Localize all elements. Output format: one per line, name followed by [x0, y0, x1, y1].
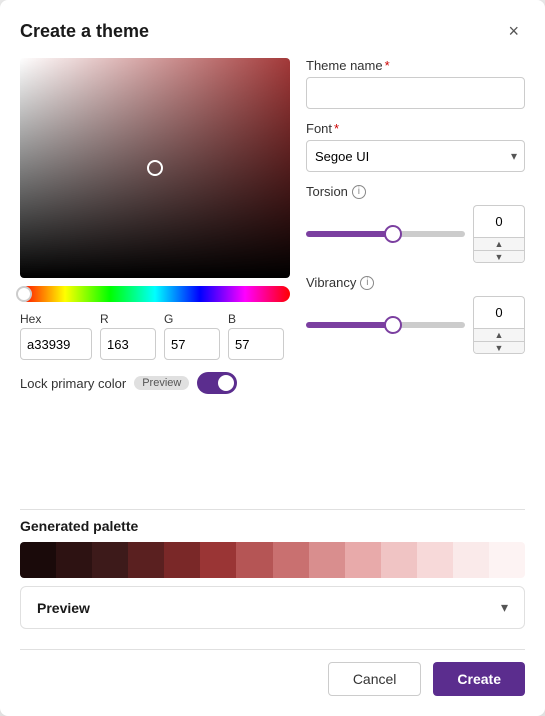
torsion-field: Torsion i ▲ ▼ [306, 184, 525, 263]
palette-row [20, 542, 525, 578]
cancel-button[interactable]: Cancel [328, 662, 422, 696]
r-label: R [100, 312, 156, 326]
palette-swatch[interactable] [164, 542, 200, 578]
vibrancy-info-icon[interactable]: i [360, 276, 374, 290]
b-label: B [228, 312, 284, 326]
palette-swatch[interactable] [381, 542, 417, 578]
preview-section: Preview ▾ [20, 586, 525, 629]
vibrancy-stepper: ▲ ▼ [473, 328, 525, 354]
palette-swatch[interactable] [92, 542, 128, 578]
vibrancy-field: Vibrancy i ▲ ▼ [306, 275, 525, 354]
palette-swatch[interactable] [453, 542, 489, 578]
vibrancy-input[interactable] [473, 296, 525, 328]
torsion-info-icon[interactable]: i [352, 185, 366, 199]
preview-badge: Preview [134, 376, 189, 390]
vibrancy-down-button[interactable]: ▼ [474, 341, 524, 353]
palette-swatch[interactable] [200, 542, 236, 578]
r-input[interactable] [100, 328, 156, 360]
vibrancy-thumb[interactable] [384, 316, 402, 334]
torsion-thumb[interactable] [384, 225, 402, 243]
palette-swatch[interactable] [56, 542, 92, 578]
palette-swatch[interactable] [128, 542, 164, 578]
palette-swatch[interactable] [309, 542, 345, 578]
font-field: Font* Segoe UI Arial Calibri Verdana ▾ [306, 121, 525, 172]
hex-input[interactable] [20, 328, 92, 360]
right-panel: Theme name* Font* Segoe UI Arial Calibri… [306, 58, 525, 497]
font-label: Font* [306, 121, 525, 136]
dialog-title: Create a theme [20, 21, 149, 42]
palette-swatch[interactable] [489, 542, 525, 578]
vibrancy-label-row: Vibrancy i [306, 275, 525, 290]
hue-thumb[interactable] [16, 286, 32, 302]
torsion-label: Torsion [306, 184, 348, 199]
palette-swatch[interactable] [236, 542, 272, 578]
theme-name-input[interactable] [306, 77, 525, 109]
torsion-input[interactable] [473, 205, 525, 237]
g-label: G [164, 312, 220, 326]
lock-toggle[interactable] [197, 372, 237, 394]
b-input-group: B [228, 312, 284, 360]
vibrancy-slider[interactable] [306, 322, 465, 328]
vibrancy-up-button[interactable]: ▲ [474, 329, 524, 341]
color-picker-canvas[interactable] [20, 58, 290, 278]
preview-header[interactable]: Preview ▾ [21, 587, 524, 628]
footer: Cancel Create [20, 649, 525, 696]
theme-name-label: Theme name* [306, 58, 525, 73]
toggle-knob [218, 375, 234, 391]
theme-name-field: Theme name* [306, 58, 525, 109]
create-button[interactable]: Create [433, 662, 525, 696]
palette-divider [20, 509, 525, 510]
torsion-down-button[interactable]: ▼ [474, 250, 524, 262]
font-select[interactable]: Segoe UI Arial Calibri Verdana [306, 140, 525, 172]
create-theme-dialog: Create a theme × Hex R [0, 0, 545, 716]
left-panel: Hex R G B Lock primary color Pre [20, 58, 290, 497]
palette-swatch[interactable] [273, 542, 309, 578]
hex-input-group: Hex [20, 312, 92, 360]
torsion-label-row: Torsion i [306, 184, 525, 199]
lock-label: Lock primary color [20, 376, 126, 391]
torsion-slider[interactable] [306, 231, 465, 237]
main-content: Hex R G B Lock primary color Pre [20, 58, 525, 497]
vibrancy-slider-row: ▲ ▼ [306, 296, 525, 354]
r-input-group: R [100, 312, 156, 360]
torsion-stepper: ▲ ▼ [473, 237, 525, 263]
torsion-number-wrap: ▲ ▼ [473, 205, 525, 263]
b-input[interactable] [228, 328, 284, 360]
palette-swatch[interactable] [345, 542, 381, 578]
chevron-down-icon: ▾ [501, 599, 508, 616]
hue-slider[interactable] [20, 286, 290, 302]
hex-label: Hex [20, 312, 92, 326]
g-input-group: G [164, 312, 220, 360]
torsion-slider-row: ▲ ▼ [306, 205, 525, 263]
palette-swatch[interactable] [20, 542, 56, 578]
color-inputs: Hex R G B [20, 312, 290, 360]
font-select-wrap: Segoe UI Arial Calibri Verdana ▾ [306, 140, 525, 172]
lock-row: Lock primary color Preview [20, 372, 290, 394]
g-input[interactable] [164, 328, 220, 360]
close-button[interactable]: × [502, 20, 525, 42]
dialog-header: Create a theme × [20, 20, 525, 42]
palette-title: Generated palette [20, 518, 525, 534]
palette-swatch[interactable] [417, 542, 453, 578]
torsion-up-button[interactable]: ▲ [474, 238, 524, 250]
vibrancy-number-wrap: ▲ ▼ [473, 296, 525, 354]
vibrancy-label: Vibrancy [306, 275, 356, 290]
preview-label: Preview [37, 600, 90, 616]
